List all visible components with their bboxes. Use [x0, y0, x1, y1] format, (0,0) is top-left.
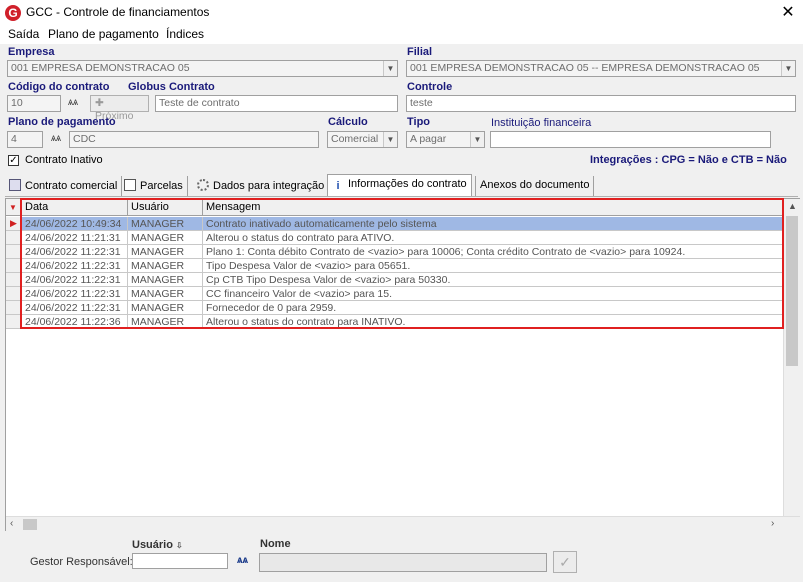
menu-indices[interactable]: Índices — [166, 27, 204, 41]
scroll-left-icon[interactable]: ‹ — [10, 518, 13, 529]
sort-down-icon: ⇩ — [176, 541, 183, 550]
instituicao-label: Instituição financeira — [491, 117, 592, 129]
tab-parcelas[interactable]: Parcelas — [120, 176, 188, 196]
tipo-select[interactable]: A pagar ▼ — [406, 131, 485, 148]
bottom-panel: Usuário ⇩ Nome Gestor Responsável: ѧѧ ✓ — [0, 535, 803, 582]
controle-input[interactable]: teste — [406, 95, 796, 112]
controle-label: Controle — [407, 81, 453, 93]
scrollbar-thumb[interactable] — [786, 216, 798, 366]
tipo-label: Tipo — [407, 116, 431, 128]
calculator-icon — [9, 179, 21, 191]
gestor-label: Gestor Responsável: — [30, 556, 133, 568]
title-bar: G GCC - Controle de financiamentos ✕ — [0, 0, 803, 26]
binoculars-icon[interactable]: ѧѧ — [68, 97, 78, 108]
tab-contrato-comercial[interactable]: Contrato comercial — [5, 176, 123, 196]
plus-icon: ✚ — [95, 97, 104, 109]
instituicao-input[interactable] — [490, 131, 771, 148]
globus-contrato-input[interactable]: Teste de contrato — [155, 95, 398, 112]
chevron-down-icon[interactable]: ▼ — [781, 61, 795, 76]
proximo-button[interactable]: ✚ Próximo — [90, 95, 149, 122]
plano-label: Plano de pagamento — [8, 116, 116, 128]
horizontal-scrollbar[interactable]: ‹ › — [6, 516, 800, 531]
codigo-input[interactable]: 10 — [7, 95, 61, 112]
document-icon — [124, 179, 136, 191]
nome-label: Nome — [260, 538, 291, 550]
integracoes-status: Integrações : CPG = Não e CTB = Não — [590, 154, 787, 166]
filial-label: Filial — [407, 46, 433, 58]
tab-anexos-documento[interactable]: Anexos do documento — [475, 176, 595, 196]
chevron-down-icon[interactable]: ▼ — [383, 61, 397, 76]
nome-field — [259, 553, 547, 572]
tab-strip: Contrato comercial Parcelas Dados para i… — [5, 174, 798, 197]
info-icon: i — [336, 180, 340, 192]
menu-bar: Saída Plano de pagamento Índices — [0, 26, 803, 44]
calculo-select[interactable]: Comercial ▼ — [327, 131, 398, 148]
menu-saida[interactable]: Saída — [8, 27, 39, 41]
app-logo-icon: G — [5, 5, 21, 21]
scroll-right-icon[interactable]: › — [771, 518, 774, 529]
empresa-select[interactable]: 001 EMPRESA DEMONSTRACAO 05 ▼ — [7, 60, 398, 77]
plano-code-input[interactable]: 4 — [7, 131, 43, 148]
binoculars-icon[interactable]: ѧѧ — [237, 555, 248, 566]
close-button[interactable]: ✕ — [775, 2, 801, 24]
vertical-scrollbar[interactable]: ▲ — [783, 199, 800, 516]
binoculars-icon[interactable]: ѧѧ — [51, 133, 61, 144]
filial-select[interactable]: 001 EMPRESA DEMONSTRACAO 05 -- EMPRESA D… — [406, 60, 796, 77]
gear-icon — [197, 179, 209, 191]
confirm-check-button[interactable]: ✓ — [553, 551, 577, 573]
calculo-label: Cálculo — [328, 116, 368, 128]
plano-name-field: CDC — [69, 131, 319, 148]
usuario-input[interactable] — [132, 553, 228, 569]
contrato-inativo-label: Contrato Inativo — [25, 154, 103, 166]
codigo-label: Código do contrato — [8, 81, 110, 93]
menu-plano-pagamento[interactable]: Plano de pagamento — [48, 27, 159, 41]
tab-dados-integracao[interactable]: Dados para integração — [193, 176, 330, 196]
scroll-up-icon[interactable]: ▲ — [788, 201, 797, 211]
contrato-inativo-checkbox[interactable]: ✓ — [8, 155, 19, 166]
h-scrollbar-thumb[interactable] — [23, 519, 37, 530]
globus-label: Globus Contrato — [128, 81, 215, 93]
highlight-box — [20, 198, 784, 329]
usuario-label: Usuário ⇩ — [132, 539, 183, 551]
chevron-down-icon[interactable]: ▼ — [470, 132, 484, 147]
chevron-down-icon[interactable]: ▼ — [383, 132, 397, 147]
tab-informacoes-contrato[interactable]: i Informações do contrato — [327, 174, 472, 196]
window-title: GCC - Controle de financiamentos — [26, 5, 210, 19]
empresa-label: Empresa — [8, 46, 55, 58]
